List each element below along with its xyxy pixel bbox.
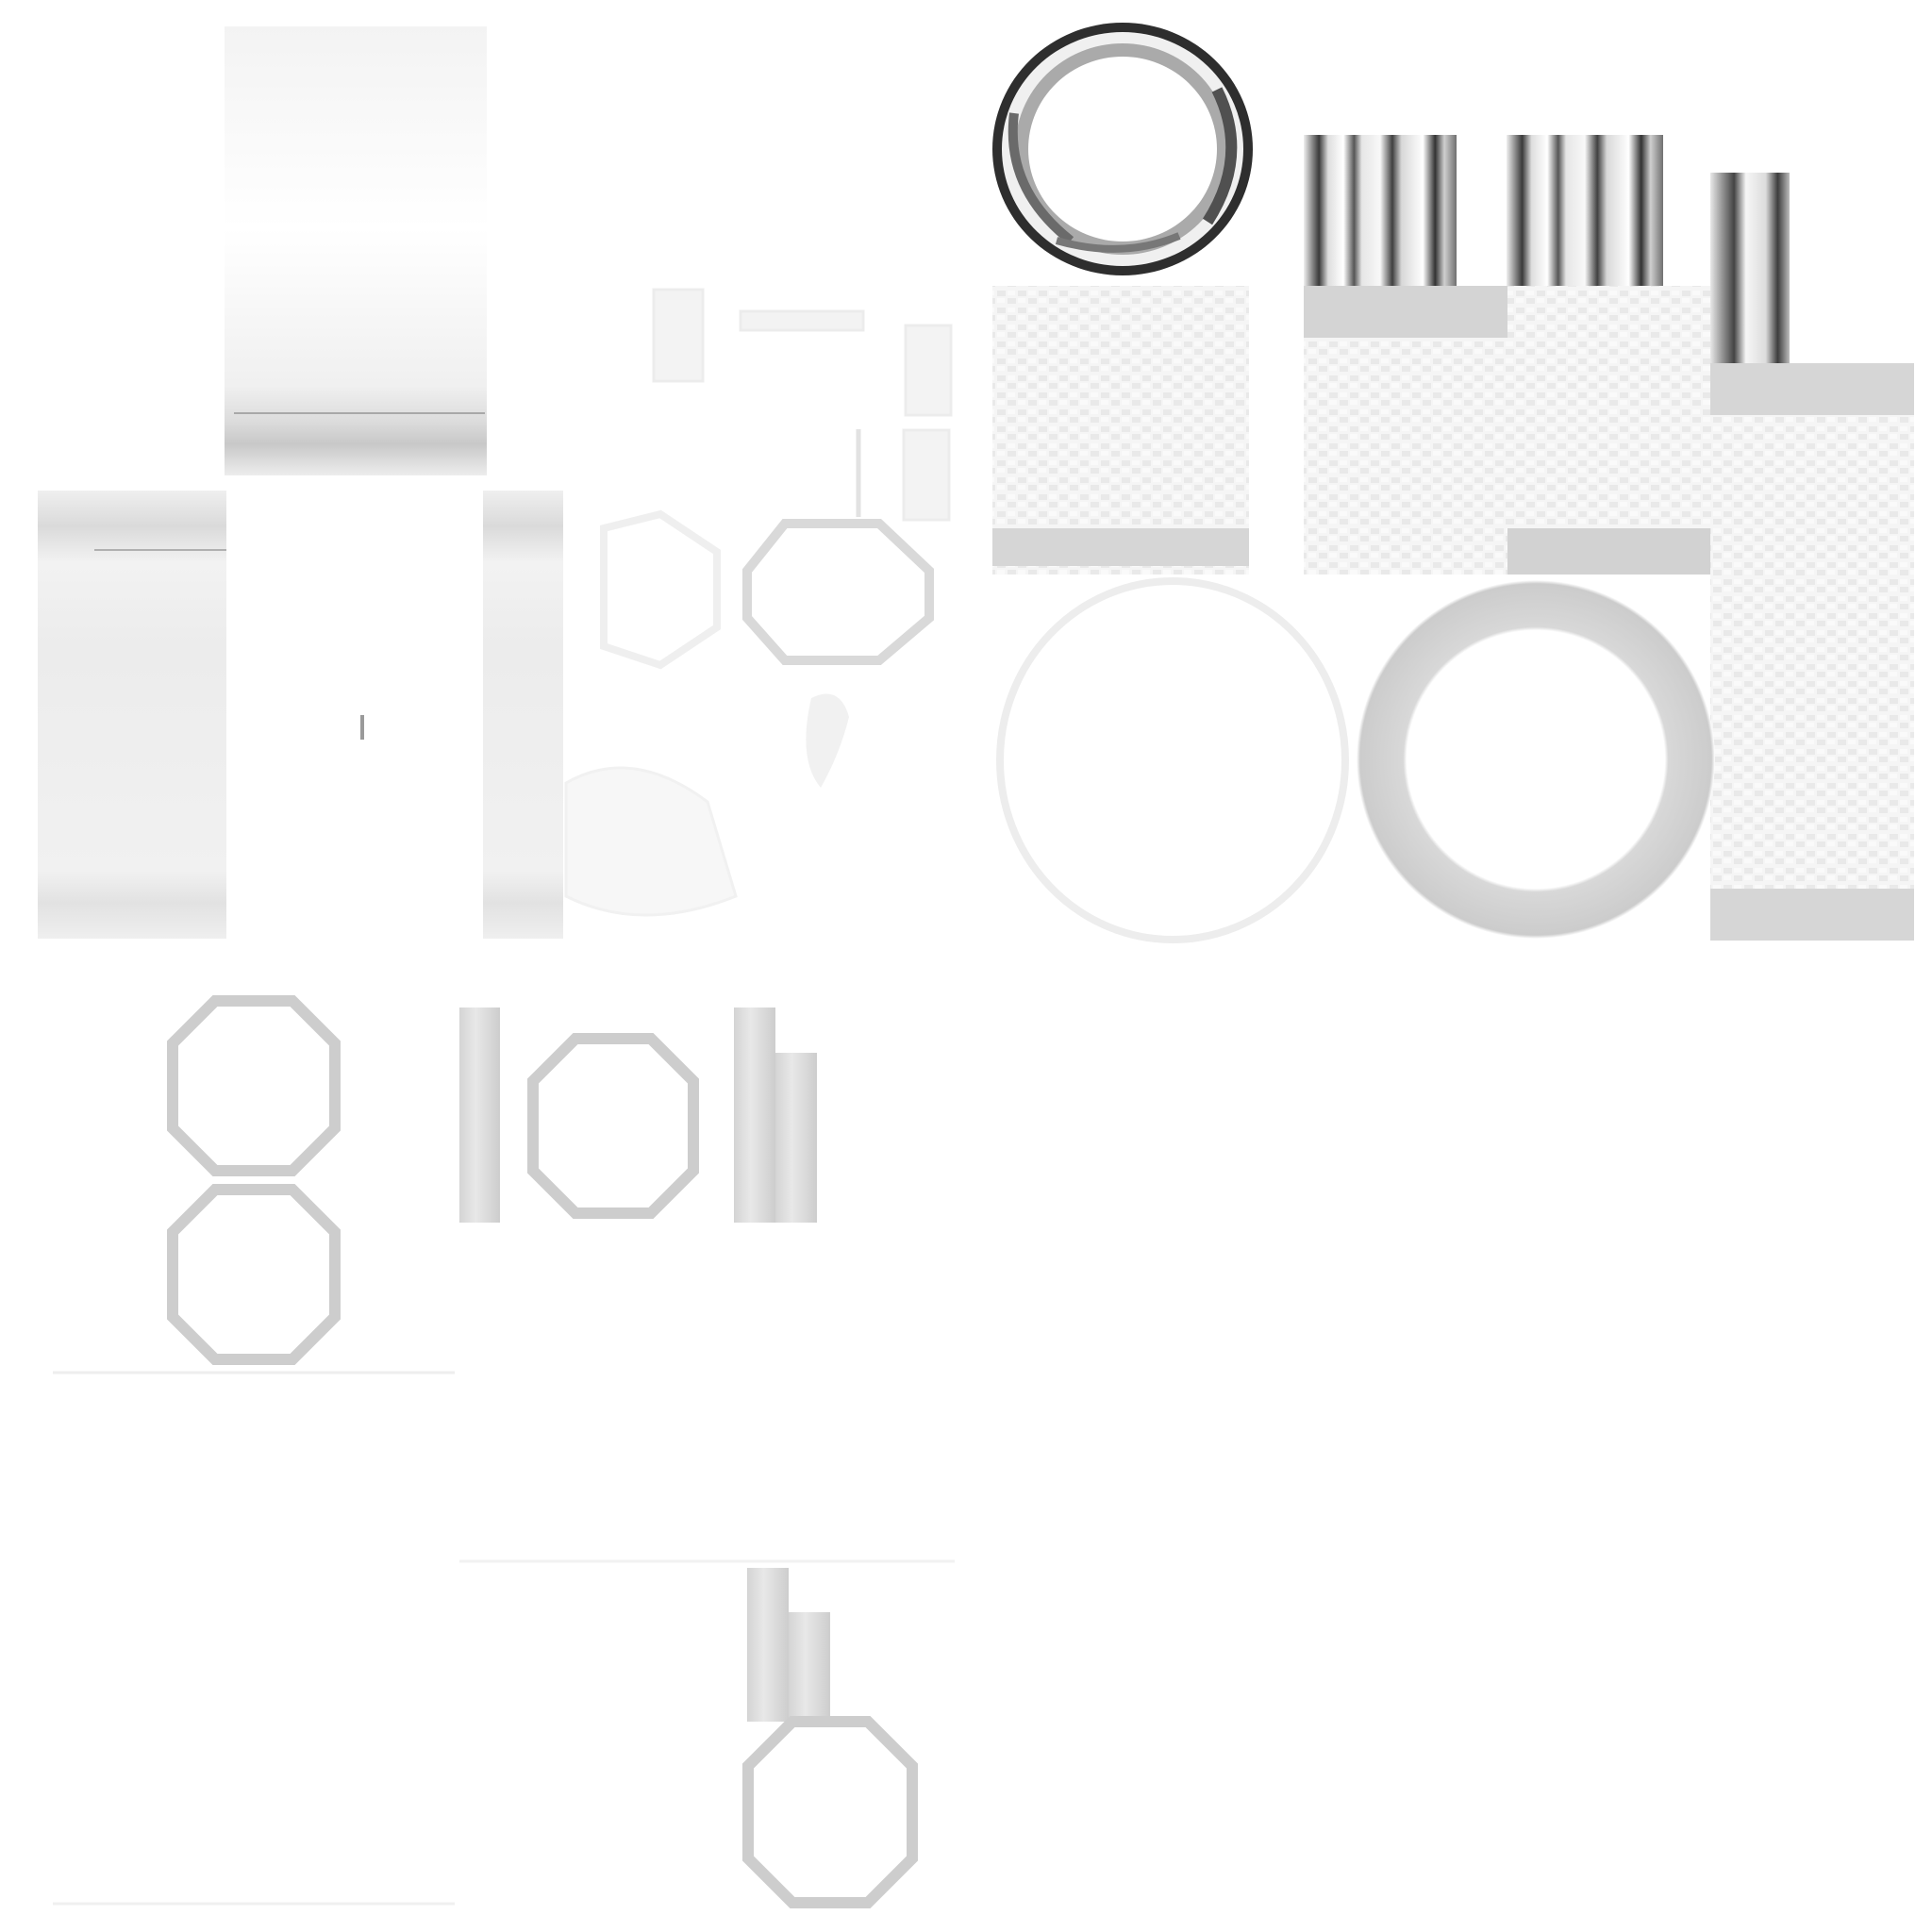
octagon-mid — [527, 1033, 699, 1219]
fabric-tile-4 — [1710, 363, 1914, 941]
bar-2 — [734, 1008, 775, 1223]
texture-atlas — [38, 23, 1914, 1908]
panel-mid-left — [38, 491, 226, 939]
panel-mid-right — [483, 491, 563, 939]
bar-4 — [747, 1568, 789, 1722]
stripe-tile-2 — [1507, 135, 1663, 286]
bar-3 — [775, 1053, 817, 1223]
panel-top-left — [225, 26, 487, 475]
fabric-tile-1 — [992, 286, 1249, 575]
ring-gray — [1357, 580, 1715, 939]
octagon-left-2 — [167, 1184, 341, 1365]
stripe-tile-3 — [1710, 173, 1790, 366]
bar-5 — [789, 1612, 830, 1722]
bar-1 — [459, 1008, 500, 1223]
faint-fragments — [564, 288, 953, 917]
panel-mid-center — [226, 491, 483, 939]
octagon-bottom — [742, 1716, 918, 1908]
stripe-tile-1 — [1304, 135, 1457, 286]
circle-faint — [996, 577, 1349, 943]
octagon-center — [742, 519, 934, 665]
fabric-tile-2 — [1304, 286, 1507, 575]
fabric-tile-3 — [1507, 286, 1710, 575]
ring-top — [992, 23, 1253, 275]
octagon-left-1 — [167, 995, 341, 1176]
